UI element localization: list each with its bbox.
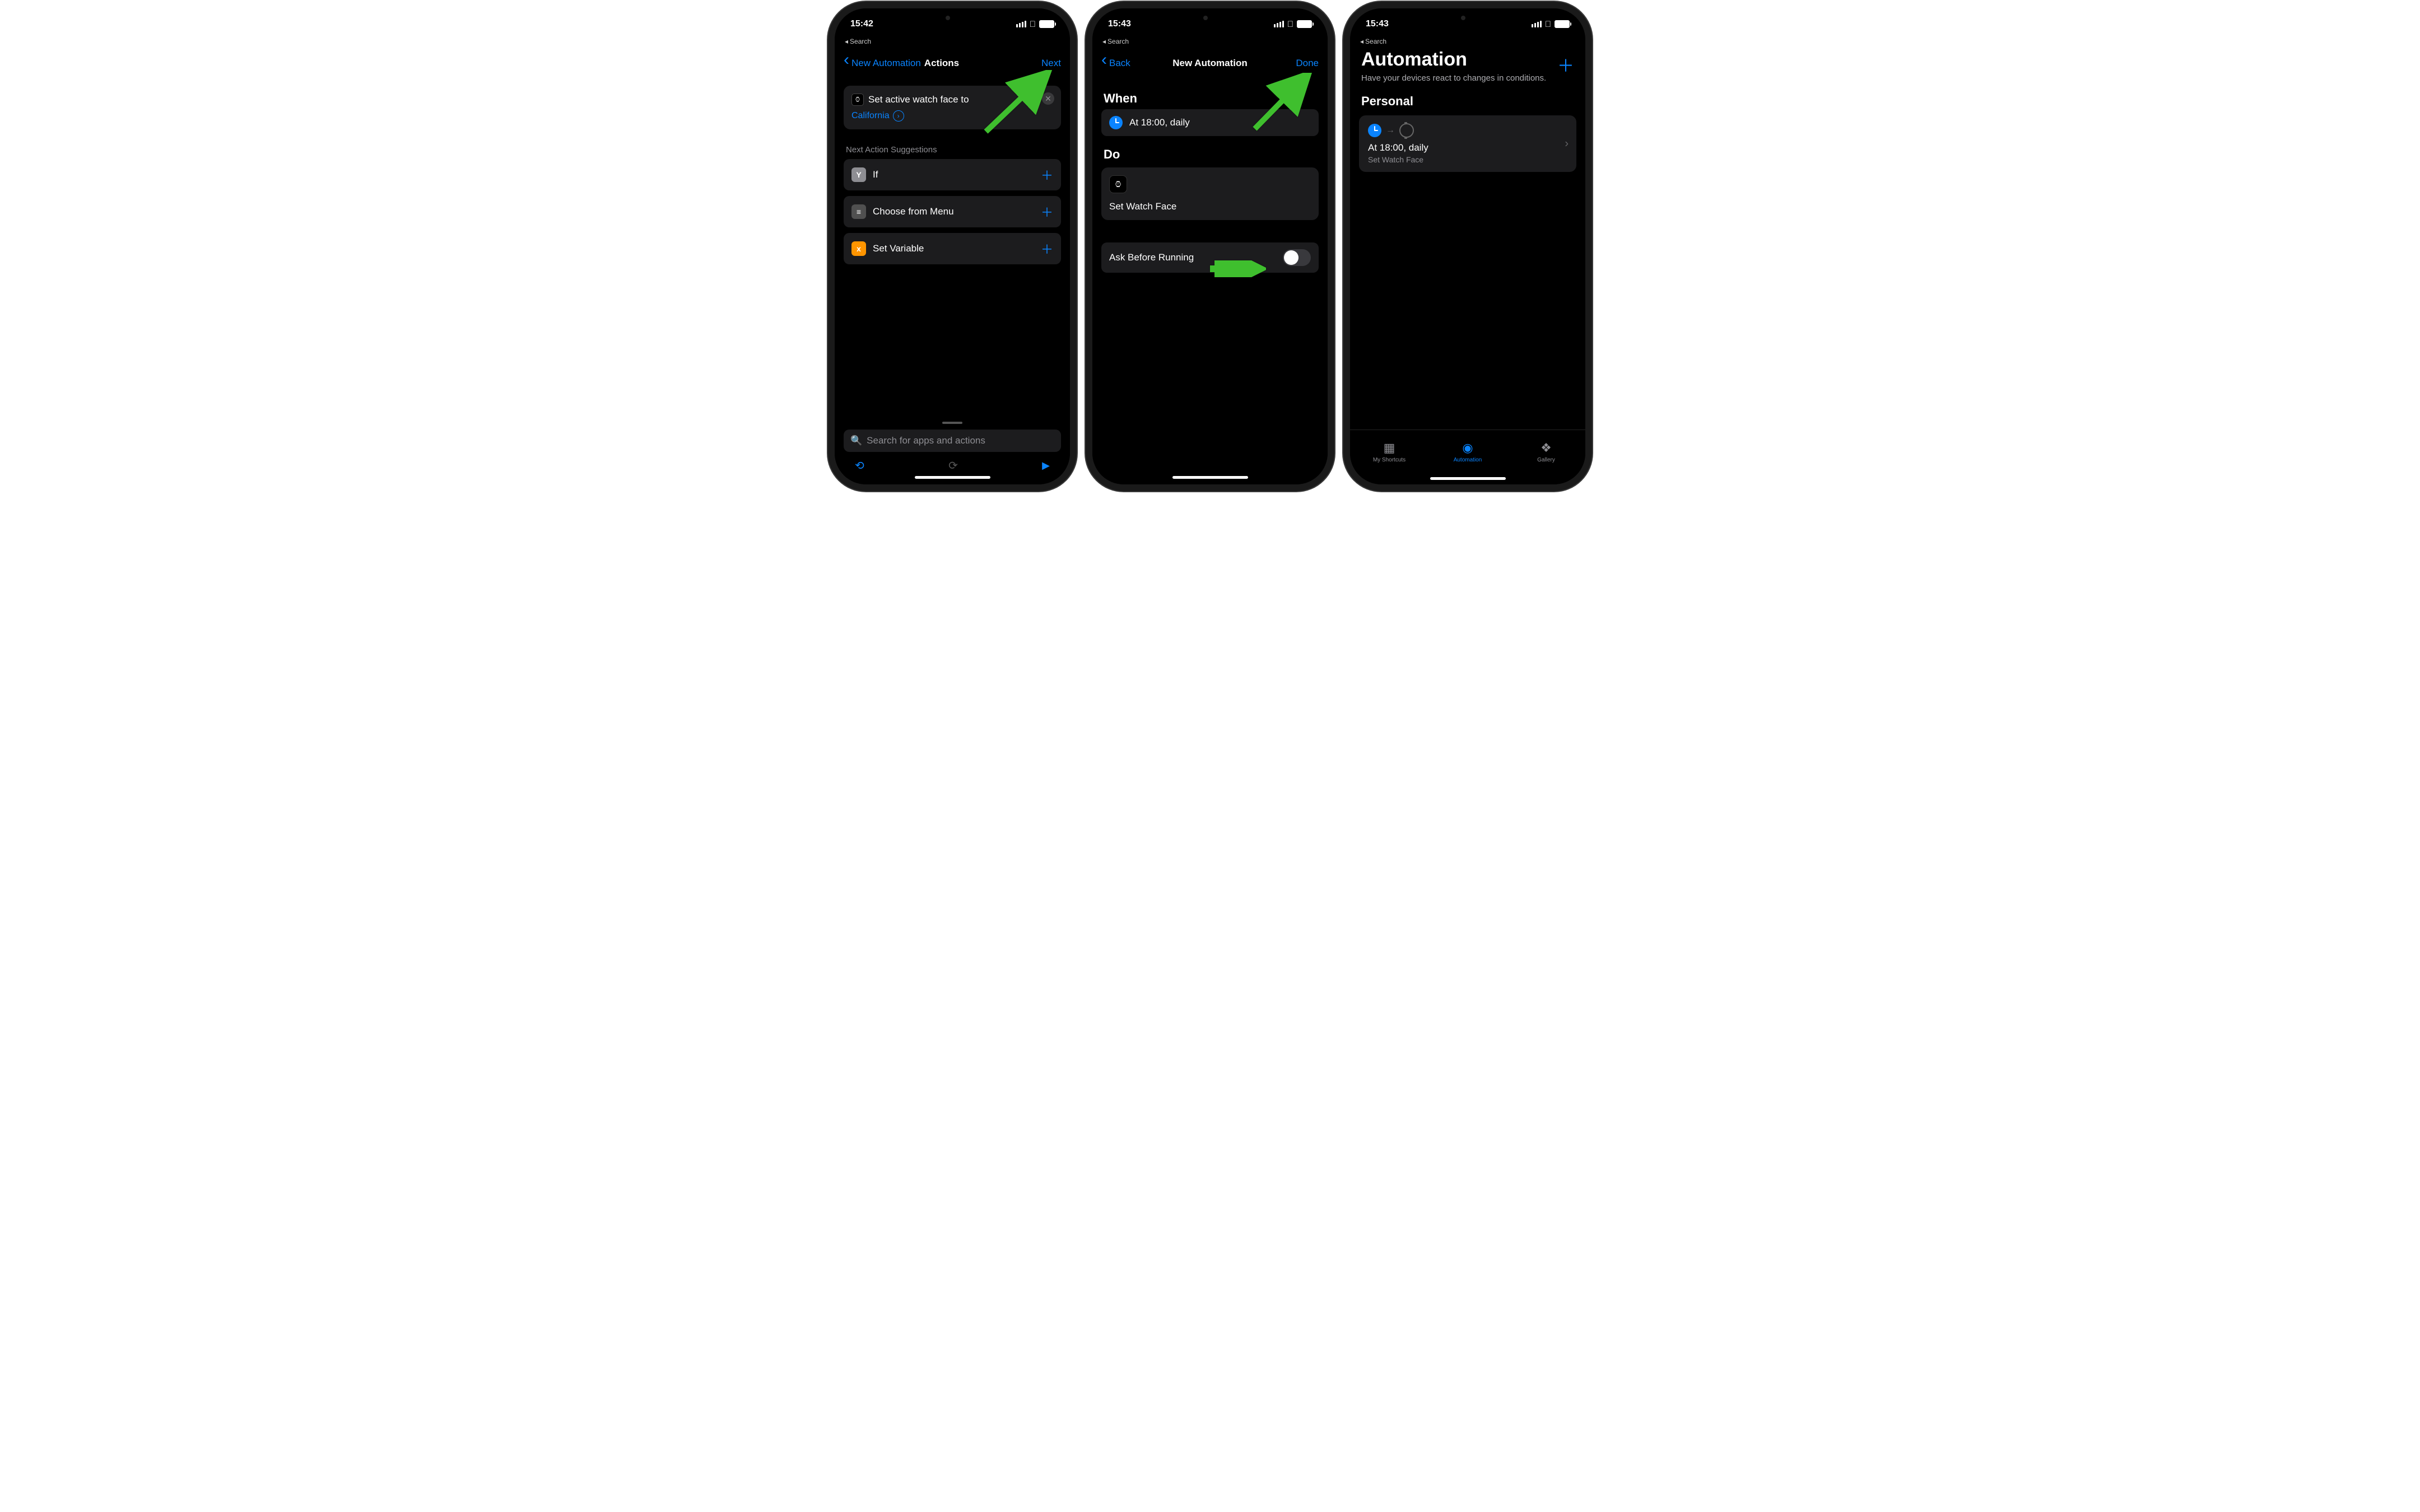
breadcrumb[interactable]: ◂ Search [1350, 38, 1585, 46]
search-icon: 🔍 [850, 435, 862, 446]
add-icon[interactable]: ＋ [1041, 240, 1053, 258]
add-icon[interactable]: ＋ [1041, 166, 1053, 184]
automation-title: At 18:00, daily [1368, 142, 1567, 153]
next-button[interactable]: Next [1041, 58, 1061, 69]
status-icons: 􀙇 [1532, 20, 1570, 29]
watch-app-icon: ⌚︎ [851, 94, 864, 106]
tab-automation[interactable]: ◉ Automation [1428, 430, 1507, 474]
chevron-right-circle-icon: › [893, 110, 904, 122]
toggle-label: Ask Before Running [1109, 252, 1194, 263]
home-indicator[interactable] [915, 476, 990, 479]
add-automation-button[interactable]: ＋ [1557, 52, 1574, 77]
if-icon: Y [851, 167, 866, 182]
personal-heading: Personal [1350, 84, 1585, 112]
tab-gallery[interactable]: ❖ Gallery [1507, 430, 1585, 474]
when-text: At 18:00, daily [1129, 117, 1190, 128]
automation-card[interactable]: → At 18:00, daily Set Watch Face › [1359, 115, 1576, 172]
page-subtitle: Have your devices react to changes in co… [1350, 71, 1585, 84]
automation-subtitle: Set Watch Face [1368, 155, 1567, 164]
do-card[interactable]: ⌚︎ Set Watch Face [1101, 167, 1319, 220]
breadcrumb[interactable]: ◂ Search [835, 38, 1070, 46]
back-button[interactable]: New Automation [844, 58, 921, 69]
status-time: 15:42 [850, 19, 873, 29]
back-caret-icon: ◂ [1360, 38, 1363, 45]
variable-icon: x [851, 241, 866, 256]
chevron-right-icon: › [1565, 137, 1569, 150]
phone-1-frame: 15:42 􀙇 ◂ Search New Automation Actions … [835, 8, 1070, 484]
signal-icon [1532, 21, 1542, 27]
back-button[interactable]: Back [1101, 58, 1130, 69]
breadcrumb[interactable]: ◂ Search [1092, 38, 1328, 46]
stack-icon: ❖ [1541, 441, 1552, 455]
page-title: Automation [1350, 49, 1585, 71]
status-time: 15:43 [1366, 19, 1389, 29]
suggestion-menu[interactable]: ≡ Choose from Menu ＋ [844, 196, 1061, 227]
do-heading: Do [1104, 147, 1316, 162]
when-row[interactable]: At 18:00, daily [1101, 109, 1319, 136]
tab-my-shortcuts[interactable]: ▦ My Shortcuts [1350, 430, 1428, 474]
nav-bar: Back New Automation Done [1092, 46, 1328, 80]
suggestion-label: Set Variable [873, 243, 924, 254]
undo-button[interactable]: ⟲ [855, 459, 864, 473]
arrow-right-icon: → [1386, 125, 1395, 136]
wifi-icon: 􀙇 [1545, 20, 1551, 29]
status-time: 15:43 [1108, 19, 1131, 29]
bottom-sheet: 🔍 Search for apps and actions ⟲ ⟳ ▶ [835, 417, 1070, 484]
battery-icon [1297, 20, 1312, 28]
battery-icon [1555, 20, 1570, 28]
sheet-grabber[interactable] [942, 422, 962, 424]
action-text: Set active watch face to [868, 94, 969, 105]
notch [1165, 8, 1255, 26]
signal-icon [1016, 21, 1026, 27]
phone-3-frame: 15:43 􀙇 ◂ Search ＋ Automation Have your … [1350, 8, 1585, 484]
watch-app-icon: ⌚︎ [1109, 175, 1127, 193]
chevron-left-icon [1101, 58, 1108, 69]
wifi-icon: 􀙇 [1287, 20, 1293, 29]
done-button[interactable]: Done [1296, 58, 1319, 69]
remove-action-button[interactable]: ✕ [1042, 92, 1054, 105]
back-caret-icon: ◂ [845, 38, 848, 45]
ask-before-running-row: Ask Before Running [1101, 242, 1319, 273]
search-input[interactable]: 🔍 Search for apps and actions [844, 430, 1061, 452]
notch [908, 8, 997, 26]
redo-button: ⟳ [948, 459, 958, 473]
suggestion-label: Choose from Menu [873, 206, 954, 217]
wifi-icon: 􀙇 [1030, 20, 1036, 29]
clock-icon [1368, 124, 1381, 137]
when-heading: When [1104, 91, 1316, 106]
chevron-left-icon [844, 58, 850, 69]
suggestion-if[interactable]: Y If ＋ [844, 159, 1061, 190]
nav-bar: New Automation Actions Next [835, 46, 1070, 80]
suggestions-label: Next Action Suggestions [846, 145, 1059, 155]
action-card[interactable]: ✕ ⌚︎ Set active watch face to California… [844, 86, 1061, 129]
suggestion-label: If [873, 169, 878, 180]
add-icon[interactable]: ＋ [1041, 203, 1053, 221]
tab-bar: ▦ My Shortcuts ◉ Automation ❖ Gallery [1350, 430, 1585, 474]
home-indicator[interactable] [1430, 477, 1506, 480]
back-caret-icon: ◂ [1102, 38, 1106, 45]
phone-2-frame: 15:43 􀙇 ◂ Search Back New Automation Don… [1092, 8, 1328, 484]
suggestion-variable[interactable]: x Set Variable ＋ [844, 233, 1061, 264]
home-indicator[interactable] [1172, 476, 1248, 479]
signal-icon [1274, 21, 1284, 27]
watch-icon [1399, 123, 1414, 138]
clock-icon [1109, 116, 1123, 129]
status-icons: 􀙇 [1274, 20, 1312, 29]
clock-check-icon: ◉ [1462, 441, 1473, 455]
do-text: Set Watch Face [1109, 201, 1311, 212]
watch-face-value[interactable]: California › [851, 110, 1053, 122]
menu-icon: ≡ [851, 204, 866, 219]
run-button[interactable]: ▶ [1042, 460, 1050, 472]
grid-icon: ▦ [1384, 441, 1395, 455]
battery-icon [1039, 20, 1054, 28]
status-icons: 􀙇 [1016, 20, 1054, 29]
nav-title: Actions [924, 58, 959, 69]
ask-before-running-toggle[interactable] [1283, 249, 1311, 266]
notch [1423, 8, 1513, 26]
